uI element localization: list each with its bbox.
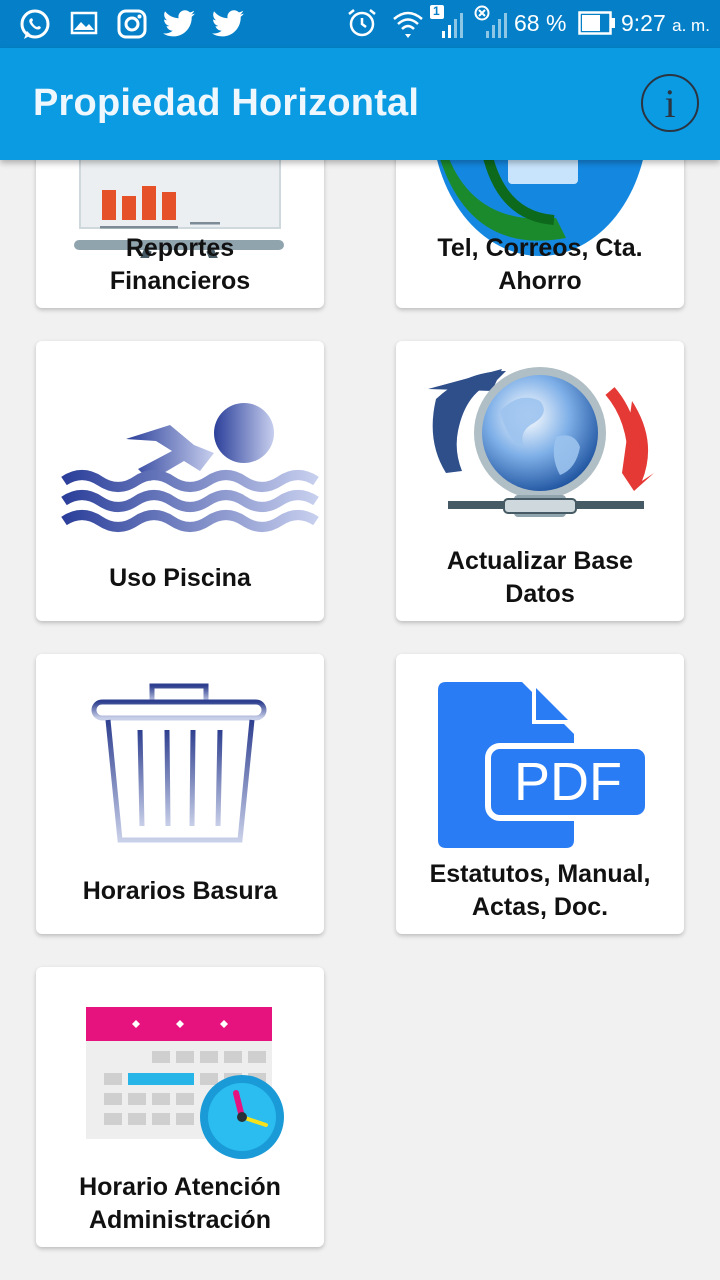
menu-card-label: Tel, Correos, Cta. Ahorro bbox=[437, 234, 643, 295]
battery-icon bbox=[578, 11, 615, 35]
globe-sync-icon bbox=[428, 367, 654, 517]
twitter-icon bbox=[211, 10, 244, 37]
menu-card-label: Actualizar Base Datos bbox=[446, 547, 634, 608]
status-bar: 1 68 % 9:27 a. m. bbox=[0, 0, 720, 48]
menu-card-label: Estatutos, Manual, Actas, Doc. bbox=[429, 860, 651, 921]
menu-card-label: Horarios Basura bbox=[82, 877, 278, 905]
page-title: Propiedad Horizontal bbox=[33, 82, 420, 124]
alarm-icon bbox=[348, 9, 376, 37]
swimmer-icon bbox=[61, 403, 319, 532]
menu-card-label: Horario Atención Administración bbox=[79, 1173, 281, 1234]
app-bar: Propiedad Horizontal i bbox=[0, 48, 720, 160]
menu-card-actualizar-base-datos[interactable]: Actualizar Base Datos bbox=[396, 341, 684, 621]
sim-number-badge: 1 bbox=[433, 4, 440, 18]
gallery-icon bbox=[70, 11, 98, 35]
info-button[interactable]: i bbox=[641, 74, 699, 132]
clock-ampm: a. m. bbox=[672, 16, 710, 35]
menu-grid: Reportes Financieros Tel, Correos, Cta. Ah… bbox=[0, 160, 720, 1280]
trash-can-icon bbox=[91, 683, 267, 843]
wifi-icon bbox=[393, 11, 423, 38]
instagram-icon bbox=[117, 9, 147, 39]
menu-card-estatutos[interactable]: PDF Estatutos, Manual, Actas, Doc. bbox=[396, 654, 684, 934]
menu-card-label: Reportes Financieros bbox=[109, 234, 251, 295]
pdf-document-icon: PDF bbox=[438, 682, 651, 848]
whatsapp-icon bbox=[20, 9, 50, 39]
battery-percent: 68 % bbox=[514, 10, 567, 36]
twitter-icon bbox=[162, 10, 195, 37]
menu-card-reportes-financieros[interactable]: Reportes Financieros bbox=[36, 160, 324, 308]
menu-card-horarios-basura[interactable]: Horarios Basura bbox=[36, 654, 324, 934]
pdf-icon-text: PDF bbox=[514, 752, 622, 812]
menu-card-label: Uso Piscina bbox=[109, 564, 251, 592]
calendar-clock-icon bbox=[86, 1007, 284, 1159]
menu-card-horario-atencion[interactable]: Horario Atención Administración bbox=[36, 967, 324, 1247]
menu-card-tel-correos[interactable]: Tel, Correos, Cta. Ahorro bbox=[396, 160, 684, 308]
menu-card-uso-piscina[interactable]: Uso Piscina bbox=[36, 341, 324, 621]
clock-time: 9:27 bbox=[621, 10, 666, 36]
signal-sim2-icon bbox=[474, 5, 507, 38]
clock: 9:27 a. m. bbox=[621, 10, 710, 37]
